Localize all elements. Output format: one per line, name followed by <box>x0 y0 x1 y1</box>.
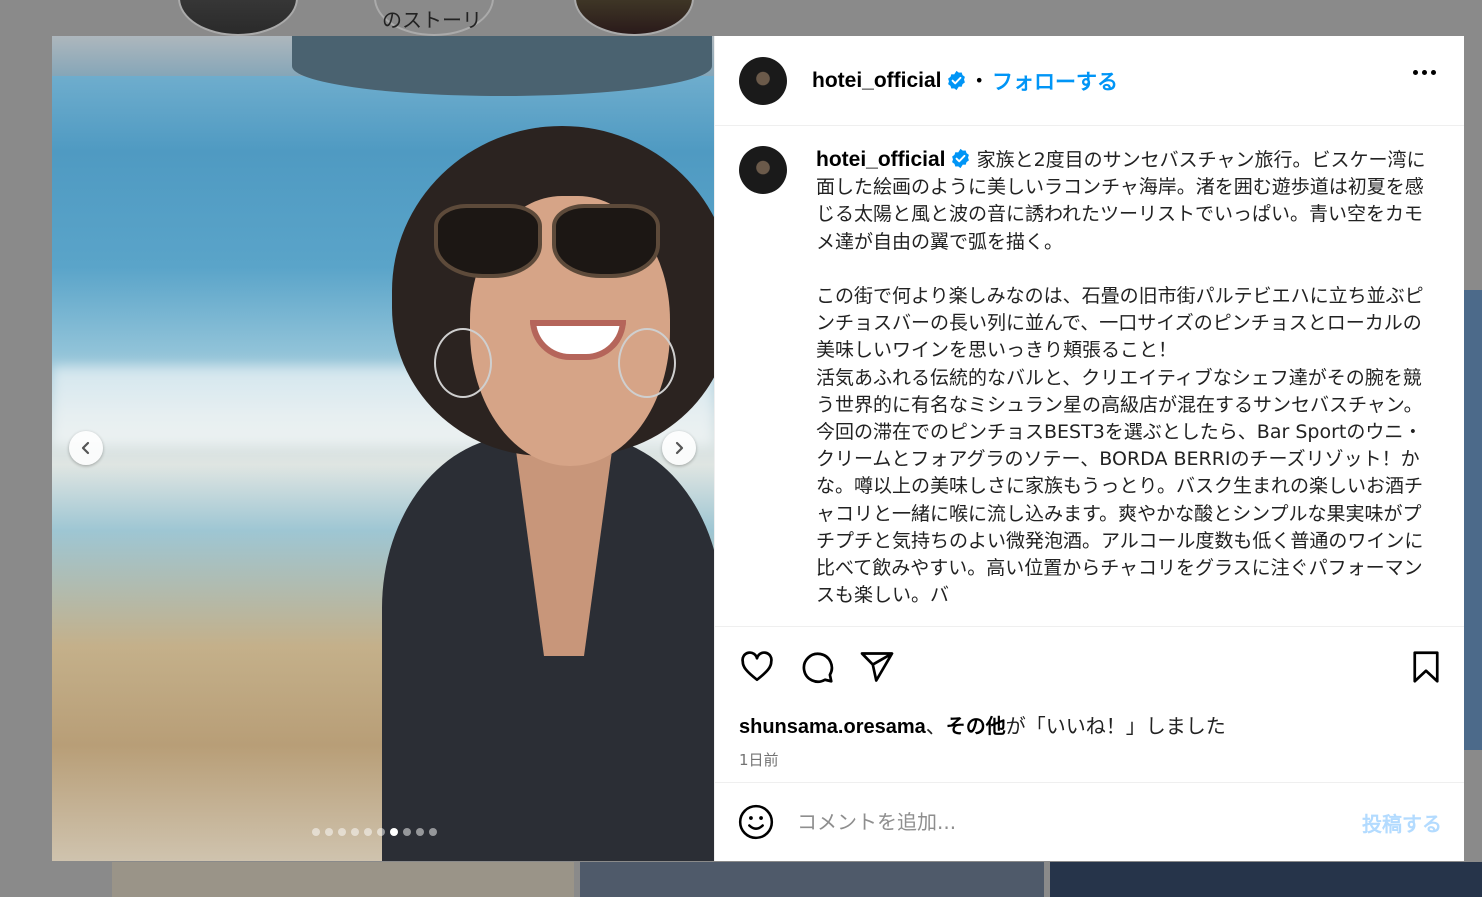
verified-badge-icon <box>947 70 965 91</box>
carousel-dot <box>403 828 411 836</box>
carousel-dot <box>338 828 346 836</box>
carousel-dot <box>325 828 333 836</box>
caption-area[interactable]: hotei_official 家族と2度目のサンセバスチャン旅行。ビスケー湾に面… <box>715 126 1464 626</box>
liker-username[interactable]: shunsama.oresama <box>739 716 926 738</box>
carousel-dot <box>351 828 359 836</box>
grid-thumbnail[interactable] <box>580 862 1044 897</box>
likes-separator: 、 <box>925 716 946 738</box>
post-timestamp[interactable]: 1日前 <box>739 749 1440 770</box>
post-modal: hotei_official • フォローする hotei_official 家… <box>52 36 1464 861</box>
carousel-indicator <box>312 828 437 836</box>
likes-others-link[interactable]: その他 <box>946 716 1006 738</box>
like-button[interactable] <box>737 647 777 687</box>
post-header: hotei_official • フォローする <box>715 36 1464 126</box>
story-thumbnail[interactable] <box>574 0 694 36</box>
story-thumbnail[interactable] <box>178 0 298 36</box>
carousel-dot <box>390 828 398 836</box>
bookmark-icon <box>1413 650 1439 683</box>
post-details: hotei_official • フォローする hotei_official 家… <box>714 36 1464 861</box>
paper-plane-icon <box>860 651 894 682</box>
caption-text: 家族と2度目のサンセバスチャン旅行。ビスケー湾に面した絵画のように美しいラコンチ… <box>816 149 1426 607</box>
carousel-dot <box>377 828 385 836</box>
comment-composer: 投稿する <box>715 782 1464 861</box>
header-username[interactable]: hotei_official <box>812 69 942 93</box>
story-label: のストーリ <box>382 8 482 32</box>
separator-dot: • <box>974 71 984 90</box>
comment-button[interactable] <box>797 647 837 687</box>
caption-username[interactable]: hotei_official <box>816 148 946 171</box>
sunglasses <box>434 204 664 282</box>
chevron-left-icon <box>81 441 90 455</box>
carousel-dot <box>312 828 320 836</box>
action-bar <box>715 626 1464 706</box>
carousel-prev-button[interactable] <box>69 431 103 465</box>
likes-summary: shunsama.oresama、その他が「いいね！」しました <box>739 710 1440 739</box>
follow-button[interactable]: フォローする <box>992 66 1118 96</box>
comment-icon <box>802 652 834 683</box>
carousel-dot <box>364 828 372 836</box>
post-comment-button[interactable]: 投稿する <box>1362 808 1442 837</box>
carousel-dot <box>429 828 437 836</box>
comment-input[interactable] <box>797 810 1317 834</box>
grid-thumbnail[interactable] <box>112 862 574 897</box>
chevron-right-icon <box>675 441 684 455</box>
post-image[interactable] <box>52 36 714 861</box>
save-button[interactable] <box>1406 647 1446 687</box>
grid-thumbnail[interactable] <box>1050 862 1482 897</box>
caption-avatar[interactable] <box>739 146 787 194</box>
more-options-icon[interactable] <box>1413 70 1436 75</box>
avatar[interactable] <box>739 56 787 105</box>
smiley-icon[interactable] <box>737 803 775 841</box>
caption: hotei_official 家族と2度目のサンセバスチャン旅行。ビスケー湾に面… <box>816 146 1426 626</box>
likes-section: shunsama.oresama、その他が「いいね！」しました 1日前 <box>715 706 1464 782</box>
carousel-next-button[interactable] <box>662 431 696 465</box>
share-button[interactable] <box>857 647 897 687</box>
heart-icon <box>741 650 773 681</box>
carousel-dot <box>416 828 424 836</box>
background-image-edge <box>1464 290 1482 750</box>
verified-badge-icon <box>951 148 969 169</box>
likes-suffix: が「いいね！」しました <box>1005 716 1226 738</box>
